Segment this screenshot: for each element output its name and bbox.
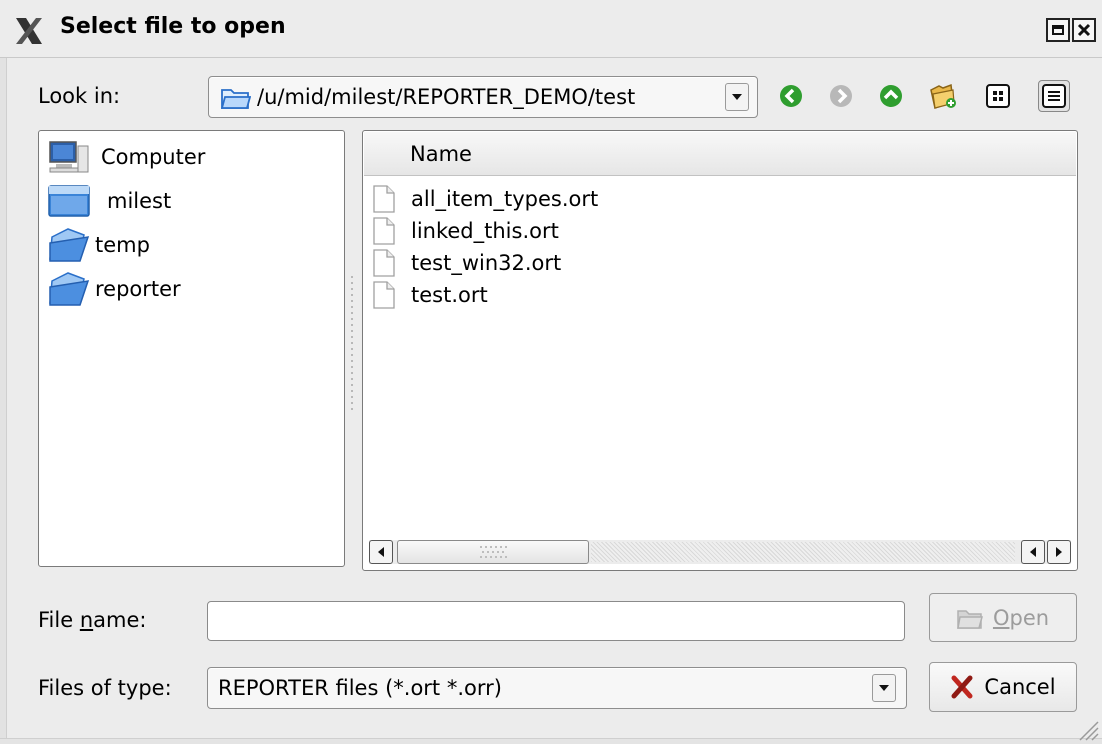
chevron-down-icon bbox=[732, 94, 742, 100]
cancel-button-label: Cancel bbox=[984, 675, 1056, 699]
sidebar-places: Computer milest temp reporter bbox=[38, 130, 345, 567]
column-header-label: Name bbox=[410, 142, 472, 166]
arrow-left-icon bbox=[378, 547, 384, 557]
horizontal-scrollbar[interactable] bbox=[369, 540, 1071, 564]
sidebar-item-reporter[interactable]: reporter bbox=[47, 269, 181, 309]
look-in-combobox[interactable]: /u/mid/milest/REPORTER_DEMO/test bbox=[208, 76, 758, 118]
scrollbar-track[interactable] bbox=[591, 542, 1015, 562]
file-name-input[interactable] bbox=[207, 601, 905, 641]
parent-directory-button[interactable] bbox=[877, 82, 905, 110]
scrollbar-thumb[interactable] bbox=[397, 540, 589, 564]
splitter-handle[interactable] bbox=[349, 276, 355, 412]
file-name-label-mnemonic: n bbox=[79, 608, 94, 632]
file-type-label: Files of type: bbox=[38, 676, 172, 700]
sidebar-item-label: milest bbox=[107, 189, 172, 213]
file-name: test.ort bbox=[411, 283, 488, 307]
file-type-dropdown-button[interactable] bbox=[872, 674, 896, 702]
file-icon bbox=[373, 185, 395, 213]
list-view-button[interactable] bbox=[984, 82, 1012, 110]
file-row[interactable]: test_win32.ort bbox=[373, 247, 561, 279]
arrow-left-icon bbox=[1030, 547, 1036, 557]
open-button[interactable]: Open bbox=[929, 593, 1077, 642]
folder-icon bbox=[47, 271, 91, 307]
open-button-label: Open bbox=[993, 606, 1049, 630]
file-open-dialog: Select file to open Look in: /u/mid/mile… bbox=[0, 0, 1102, 744]
x-logo-icon bbox=[16, 18, 42, 44]
sidebar-item-label: reporter bbox=[95, 277, 181, 301]
maximize-button[interactable] bbox=[1046, 18, 1070, 42]
file-row[interactable]: all_item_types.ort bbox=[373, 183, 598, 215]
file-name-label: File name: bbox=[38, 608, 146, 632]
sidebar-item-temp[interactable]: temp bbox=[47, 225, 150, 265]
file-icon bbox=[373, 249, 395, 277]
maximize-icon bbox=[1052, 25, 1064, 35]
new-folder-icon bbox=[930, 83, 956, 109]
window-left-edge bbox=[0, 58, 7, 744]
file-list-view: Name all_item_types.ort linked_this.ort … bbox=[362, 130, 1078, 571]
column-header-name[interactable]: Name bbox=[364, 132, 1076, 176]
new-folder-button[interactable] bbox=[929, 82, 957, 110]
open-button-mnemonic: O bbox=[992, 605, 1010, 630]
sidebar-item-label: temp bbox=[95, 233, 150, 257]
file-row[interactable]: test.ort bbox=[373, 279, 488, 311]
parent-directory-icon bbox=[880, 85, 902, 107]
sidebar-item-label: Computer bbox=[101, 145, 206, 169]
arrow-right-icon bbox=[1056, 547, 1062, 557]
chevron-down-icon bbox=[879, 685, 889, 691]
back-button[interactable] bbox=[777, 82, 805, 110]
look-in-path: /u/mid/milest/REPORTER_DEMO/test bbox=[257, 85, 636, 109]
scroll-left-button[interactable] bbox=[369, 540, 393, 564]
detail-view-button[interactable] bbox=[1038, 80, 1070, 112]
folder-icon bbox=[47, 227, 91, 263]
scroll-right-button[interactable] bbox=[1047, 540, 1071, 564]
list-view-icon bbox=[986, 84, 1010, 108]
sidebar-item-computer[interactable]: Computer bbox=[47, 137, 205, 177]
look-in-dropdown-button[interactable] bbox=[725, 83, 749, 111]
file-icon bbox=[373, 217, 395, 245]
file-name: linked_this.ort bbox=[411, 219, 559, 243]
look-in-label: Look in: bbox=[38, 84, 121, 108]
window-bottom-edge bbox=[0, 738, 1102, 744]
cancel-button[interactable]: Cancel bbox=[929, 662, 1077, 712]
file-icon bbox=[373, 281, 395, 309]
file-name: test_win32.ort bbox=[411, 251, 562, 275]
file-name: all_item_types.ort bbox=[411, 187, 599, 211]
sidebar-item-milest[interactable]: milest bbox=[47, 181, 171, 221]
file-type-combobox[interactable]: REPORTER files (*.ort *.orr) bbox=[207, 667, 907, 709]
forward-button[interactable] bbox=[827, 82, 855, 110]
scroll-left-button-secondary[interactable] bbox=[1021, 540, 1045, 564]
file-row[interactable]: linked_this.ort bbox=[373, 215, 559, 247]
home-folder-icon bbox=[47, 183, 91, 219]
file-name-label-post: ame: bbox=[93, 608, 147, 632]
close-button[interactable] bbox=[1072, 18, 1096, 42]
file-type-value: REPORTER files (*.ort *.orr) bbox=[218, 676, 502, 700]
open-folder-icon bbox=[221, 89, 251, 109]
file-name-label-pre: File bbox=[38, 608, 80, 632]
computer-icon bbox=[47, 139, 91, 175]
dialog-title: Select file to open bbox=[60, 14, 286, 39]
title-bar[interactable]: Select file to open bbox=[0, 0, 1102, 58]
open-folder-icon bbox=[957, 607, 983, 629]
grip-dots-icon bbox=[480, 546, 507, 558]
cancel-x-icon bbox=[950, 675, 974, 699]
detail-view-icon bbox=[1042, 84, 1066, 108]
open-button-label-post: pen bbox=[1009, 605, 1050, 630]
forward-icon bbox=[830, 85, 852, 107]
close-icon bbox=[1077, 23, 1091, 37]
resize-grip-icon[interactable] bbox=[1072, 714, 1100, 742]
back-icon bbox=[780, 85, 802, 107]
